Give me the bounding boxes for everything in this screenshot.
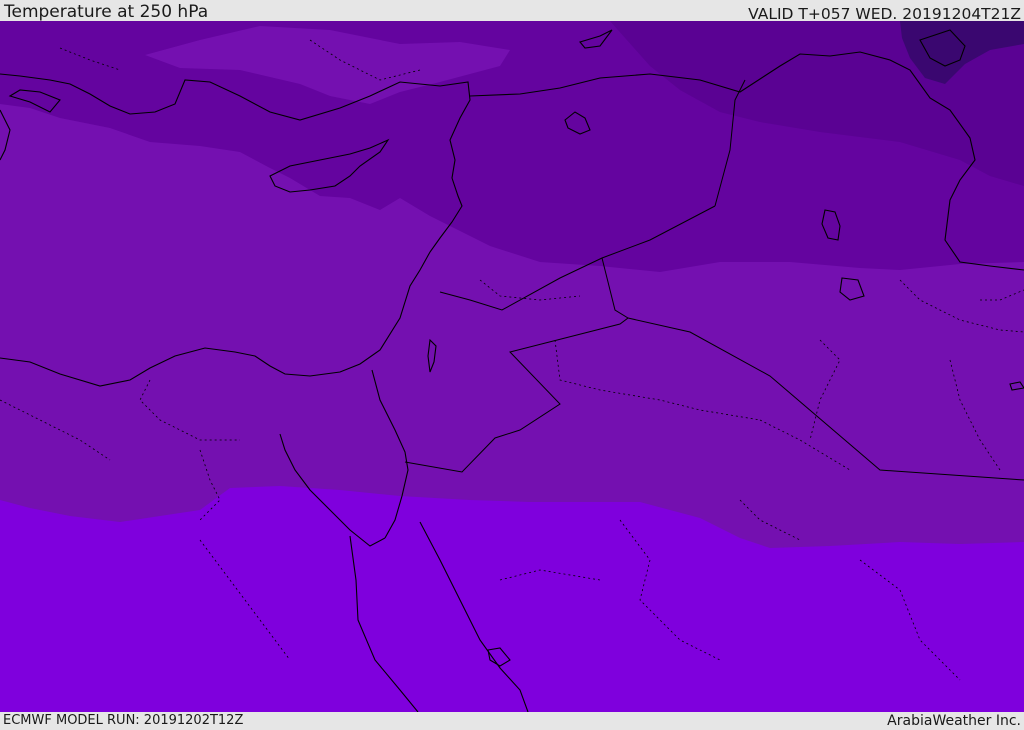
map-title: Temperature at 250 hPa xyxy=(4,2,209,22)
credit: ArabiaWeather Inc. xyxy=(887,713,1021,729)
temperature-map xyxy=(0,21,1024,712)
footer-bar: ECMWF MODEL RUN: 20191202T12Z ArabiaWeat… xyxy=(0,712,1024,729)
model-run: ECMWF MODEL RUN: 20191202T12Z xyxy=(3,713,244,728)
title-bar: Temperature at 250 hPa VALID T+057 WED. … xyxy=(0,0,1024,23)
map-panel xyxy=(0,21,1024,712)
